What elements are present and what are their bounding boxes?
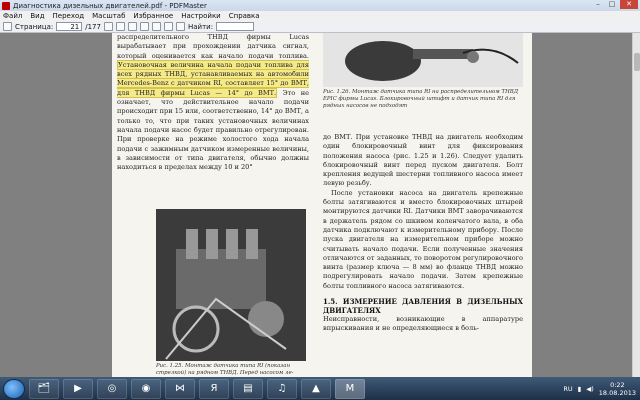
music-icon[interactable]: ♫ [267, 378, 297, 399]
vs-icon[interactable]: ⋈ [165, 378, 195, 399]
figure-126-caption: Рис. 1.26. Монтаж датчика типа RI на рас… [323, 89, 519, 109]
explorer-icon[interactable]: 🗂 [29, 378, 59, 399]
left-text-top: распределительного ТНВД фирмы Lucas выра… [117, 33, 309, 60]
figure-125-image [156, 209, 306, 361]
fit-width-icon[interactable] [127, 22, 137, 31]
page-label: Страница: [15, 22, 54, 31]
menu-help[interactable]: Справка [229, 12, 260, 20]
menu-view[interactable]: Вид [30, 12, 44, 20]
start-button[interactable] [3, 378, 25, 399]
scrollbar-thumb[interactable] [634, 53, 640, 71]
find-label: Найти: [187, 22, 214, 31]
highlighted-text[interactable]: Установочная величина начала подачи топл… [117, 59, 309, 98]
vlc-icon[interactable]: ▲ [301, 378, 331, 399]
close-button[interactable]: ✕ [620, 0, 638, 9]
firefox-icon[interactable]: ◉ [131, 378, 161, 399]
language-indicator[interactable]: RU [563, 385, 572, 393]
maximize-button[interactable]: □ [606, 0, 618, 9]
network-icon[interactable]: ▮ [578, 385, 582, 393]
prev-page-icon[interactable] [103, 22, 113, 31]
folder-icon[interactable]: ▤ [233, 378, 263, 399]
find-input[interactable] [216, 22, 255, 31]
figure-125-caption: Рис. 1.25. Монтаж датчика типа RI (показ… [156, 363, 294, 376]
menu-bar: Файл Вид Переход Масштаб Избранное Настр… [0, 11, 640, 21]
document-viewer[interactable]: распределительного ТНВД фирмы Lucas выра… [0, 33, 640, 377]
clock[interactable]: 0:22 18.08.2013 [599, 381, 636, 397]
zoom-in-icon[interactable] [151, 22, 161, 31]
pdfmaster-icon[interactable]: M [335, 378, 365, 399]
clock-date: 18.08.2013 [598, 388, 636, 397]
volume-icon[interactable]: ◀) [586, 385, 594, 393]
right-paragraph-1: до ВМТ. При установке ТНВД на двигатель … [323, 133, 523, 188]
minimize-button[interactable]: – [592, 0, 604, 9]
taskbar: 🗂 ▶ ◎ ◉ ⋈ Я ▤ ♫ ▲ M RU ▮ ◀) 0:22 18.08.2… [0, 377, 640, 400]
menu-favorites[interactable]: Избранное [133, 12, 173, 20]
next-page-icon[interactable] [115, 22, 125, 31]
open-icon[interactable] [3, 22, 12, 31]
menu-settings[interactable]: Настройки [181, 12, 221, 20]
right-column: до ВМТ. При установке ТНВД на двигатель … [323, 133, 523, 334]
figure-126-image [323, 33, 523, 87]
left-text-rest: Это не означает, что действительное нача… [117, 88, 309, 172]
rotate-icon[interactable] [175, 22, 185, 31]
toolbar: Страница: 21 /177 Найти: [0, 21, 640, 33]
menu-go[interactable]: Переход [53, 12, 85, 20]
zoom-out-icon[interactable] [163, 22, 173, 31]
pdf-page: распределительного ТНВД фирмы Lucas выра… [112, 33, 532, 377]
media-icon[interactable]: ▶ [63, 378, 93, 399]
page-total: /177 [85, 22, 101, 31]
yandex-icon[interactable]: Я [199, 378, 229, 399]
vertical-scrollbar[interactable] [632, 33, 640, 377]
app-icon [2, 1, 10, 10]
right-paragraph-3: Неисправности, возникающие в аппаратуре … [323, 315, 523, 333]
system-tray: RU ▮ ◀) 0:22 18.08.2013 [563, 377, 636, 400]
window-title: Диагностика дизельных двигателей.pdf - P… [13, 1, 207, 10]
menu-file[interactable]: Файл [3, 12, 22, 20]
window-controls: – □ ✕ [592, 0, 638, 9]
left-column: распределительного ТНВД фирмы Lucas выра… [117, 33, 309, 172]
page-input[interactable]: 21 [56, 22, 83, 31]
title-bar: Диагностика дизельных двигателей.pdf - P… [0, 0, 640, 11]
fit-page-icon[interactable] [139, 22, 149, 31]
clock-time: 0:22 [610, 380, 625, 389]
right-paragraph-2: После установки насоса на двигатель креп… [323, 188, 523, 290]
chrome-icon[interactable]: ◎ [97, 378, 127, 399]
menu-zoom[interactable]: Масштаб [92, 12, 125, 20]
section-heading: 1.5. ИЗМЕРЕНИЕ ДАВЛЕНИЯ В ДИЗЕЛЬНЫХ ДВИГ… [323, 297, 523, 316]
